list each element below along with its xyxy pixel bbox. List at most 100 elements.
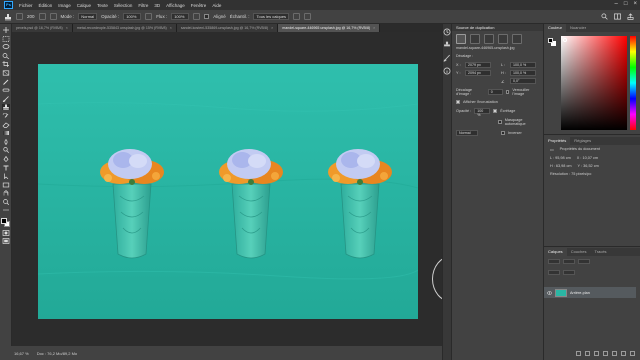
move-tool-icon[interactable] <box>2 27 10 33</box>
y-value[interactable]: Y : 36,52 cm <box>578 164 599 168</box>
add-mask-icon[interactable] <box>594 351 599 356</box>
clone-source-slot-1[interactable] <box>456 34 466 44</box>
clone-source-slot-5[interactable] <box>512 34 522 44</box>
frame-offset-input[interactable]: 0 <box>487 89 503 95</box>
healing-brush-tool-icon[interactable] <box>2 87 10 93</box>
document-image[interactable] <box>38 64 418 319</box>
angle-input[interactable]: 0,0° <box>510 78 536 84</box>
menu-fichier[interactable]: Fichier <box>19 3 33 8</box>
auto-hide-checkbox[interactable] <box>498 120 502 124</box>
tab-proprietes[interactable]: Propriétés <box>544 137 571 145</box>
crop-tool-icon[interactable] <box>2 61 10 68</box>
adjustment-layer-icon[interactable] <box>603 351 608 356</box>
brush-tool-icon[interactable] <box>2 95 10 102</box>
pen-tool-icon[interactable] <box>2 155 10 162</box>
new-group-icon[interactable] <box>612 351 617 356</box>
overlay-blend-select[interactable]: Normal <box>456 130 478 136</box>
width-scale-input[interactable]: 100,0 % <box>510 62 536 68</box>
path-selection-tool-icon[interactable] <box>2 173 10 180</box>
flux-input[interactable]: 100% <box>171 13 190 20</box>
canvas-area[interactable] <box>12 32 470 346</box>
trash-icon[interactable] <box>630 351 635 356</box>
more-tools-icon[interactable] <box>2 207 10 213</box>
search-icon[interactable] <box>601 13 608 20</box>
type-tool-icon[interactable] <box>2 165 10 171</box>
close-icon[interactable]: × <box>633 1 637 7</box>
x-value[interactable]: X : 10,07 cm <box>577 156 598 160</box>
menu-affichage[interactable]: Affichage <box>166 3 185 8</box>
width-value[interactable]: L : 95,98 cm <box>550 156 571 160</box>
aligned-checkbox[interactable] <box>204 14 210 19</box>
clipped-checkbox[interactable] <box>493 109 498 113</box>
eyedropper-tool-icon[interactable] <box>2 79 10 85</box>
info-icon[interactable] <box>443 67 451 75</box>
zoom-level[interactable]: 16,67 % <box>14 351 29 356</box>
minimize-icon[interactable]: – <box>615 1 618 7</box>
tab-document-2[interactable]: metal-recordeople-535843 unsplash.jpg @ … <box>72 24 177 32</box>
tab-document-3[interactable]: sandel-kostenl-535869-unsplash.jpg @ 16,… <box>176 24 279 32</box>
lasso-tool-icon[interactable] <box>2 44 10 50</box>
layer-style-icon[interactable] <box>585 351 590 356</box>
layer-name[interactable]: Arrière-plan <box>570 291 590 295</box>
fill-input[interactable] <box>563 270 575 275</box>
opacity-input[interactable]: 100% <box>123 13 142 20</box>
menu-calque[interactable]: Calque <box>77 3 91 8</box>
pressure-size-icon[interactable] <box>304 13 312 20</box>
clone-source-slot-2[interactable] <box>470 34 480 44</box>
show-overlay-checkbox[interactable] <box>456 100 460 104</box>
menu-filtre[interactable]: Filtre <box>138 3 148 8</box>
dodge-tool-icon[interactable] <box>2 147 10 154</box>
close-tab-icon[interactable]: × <box>66 26 68 30</box>
tab-traces[interactable]: Tracés <box>590 248 610 256</box>
overlay-opacity-input[interactable]: 100 % <box>474 108 491 117</box>
sample-select[interactable]: Tous les calques <box>253 13 290 20</box>
menu-selection[interactable]: Sélection <box>114 3 133 8</box>
maximize-icon[interactable]: □ <box>624 1 628 7</box>
tab-document-4-active[interactable]: mandel-square-446965 unsplash.jpg @ 16,7… <box>278 24 381 32</box>
eraser-tool-icon[interactable] <box>2 122 10 128</box>
quick-select-tool-icon[interactable] <box>2 52 10 59</box>
clone-source-slot-3[interactable] <box>484 34 494 44</box>
new-layer-icon[interactable] <box>621 351 626 356</box>
y-offset-input[interactable]: 2094 px <box>465 70 491 76</box>
history-icon[interactable] <box>443 28 451 36</box>
clone-source-tab[interactable]: Source de duplication <box>452 24 543 31</box>
menu-image[interactable]: Image <box>58 3 71 8</box>
brush-panel-icon[interactable] <box>443 54 451 62</box>
hue-slider[interactable] <box>630 36 636 130</box>
blend-mode-select[interactable] <box>563 259 575 264</box>
layer-opacity-input[interactable] <box>578 259 590 264</box>
airbrush-icon[interactable] <box>193 13 201 20</box>
pressure-opacity-icon[interactable] <box>145 13 153 20</box>
clone-stamp-tool-icon[interactable] <box>1 104 10 111</box>
clone-source-panel-icon[interactable] <box>49 13 57 20</box>
tab-reglages[interactable]: Réglages <box>570 137 595 145</box>
menu-fenetre[interactable]: Fenêtre <box>191 3 207 8</box>
mode-select[interactable]: Normal <box>78 13 98 20</box>
x-offset-input[interactable]: 2079 px <box>465 62 491 68</box>
clone-source-icon[interactable] <box>443 41 451 49</box>
clone-source-slot-4[interactable] <box>498 34 508 44</box>
frame-tool-icon[interactable] <box>2 70 10 76</box>
zoom-tool-icon[interactable] <box>2 199 10 205</box>
menu-texte[interactable]: Texte <box>97 3 108 8</box>
color-swatches[interactable] <box>1 218 10 228</box>
lock-buttons[interactable] <box>548 270 560 275</box>
gradient-tool-icon[interactable] <box>2 130 10 136</box>
tab-couches[interactable]: Couches <box>567 248 591 256</box>
brush-settings-icon[interactable] <box>38 13 46 20</box>
brush-size-value[interactable]: 200 <box>27 14 35 19</box>
blur-tool-icon[interactable] <box>2 138 10 145</box>
menu-3d[interactable]: 3D <box>154 3 160 8</box>
close-tab-icon[interactable]: × <box>373 26 375 30</box>
clone-stamp-icon[interactable] <box>4 13 12 21</box>
hand-tool-icon[interactable] <box>2 190 10 196</box>
lock-frame-checkbox[interactable] <box>505 90 510 94</box>
screen-mode-icon[interactable] <box>2 238 10 245</box>
ignore-adjustment-icon[interactable] <box>293 13 301 20</box>
height-value[interactable]: H : 63,98 cm <box>550 164 572 168</box>
tab-couleur[interactable]: Couleur <box>544 24 567 32</box>
height-scale-input[interactable]: 100,0 % <box>510 70 536 76</box>
tab-nuancier[interactable]: Nuancier <box>566 24 590 32</box>
color-picker-marker[interactable] <box>563 38 567 42</box>
